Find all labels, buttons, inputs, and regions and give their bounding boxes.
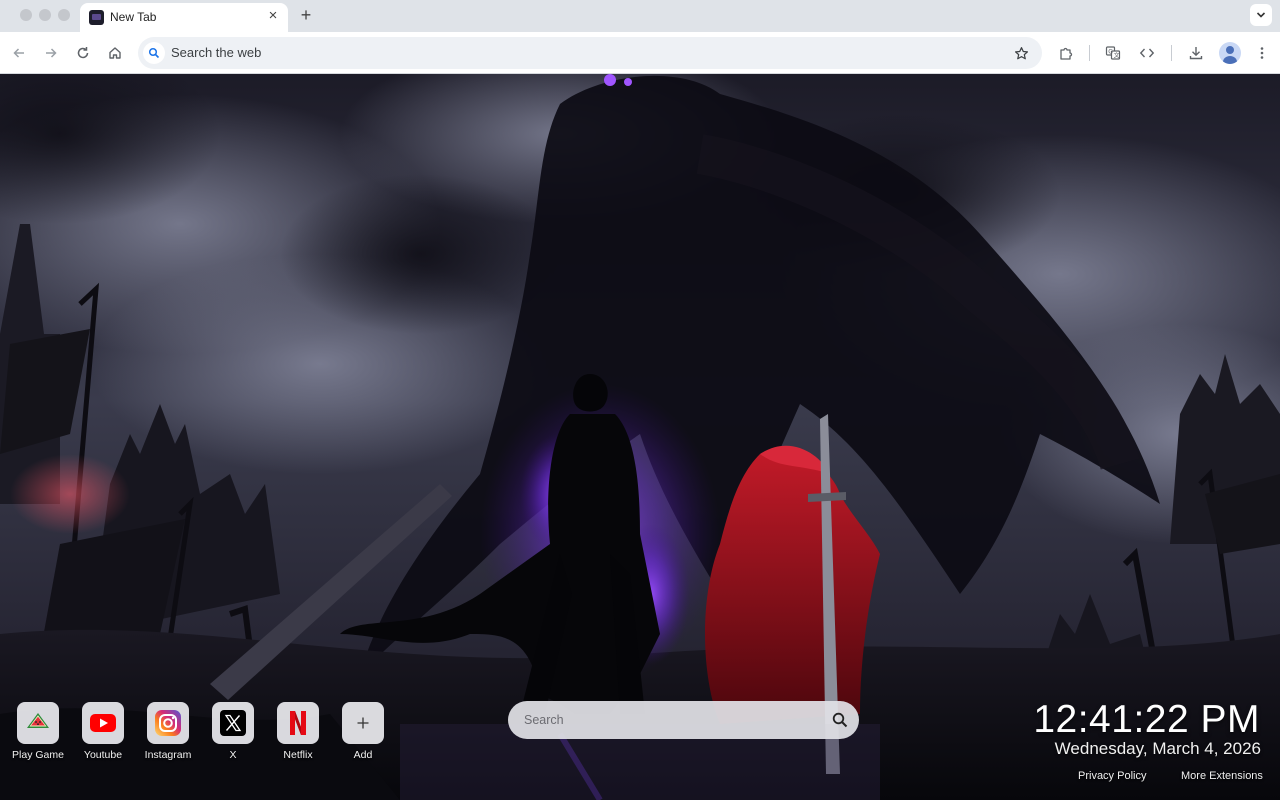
reload-button[interactable] [72, 42, 94, 64]
wallpaper-image [0, 74, 1280, 800]
shortcut-add[interactable]: Add [333, 702, 393, 772]
puzzle-icon [1060, 47, 1073, 60]
bookmark-star-icon[interactable] [1012, 44, 1030, 62]
search-input[interactable]: Search [508, 701, 859, 739]
arrow-right-icon [46, 48, 57, 58]
extensions-button[interactable] [1055, 42, 1077, 64]
tab-new-tab[interactable]: New Tab × [80, 3, 288, 32]
shortcut-label: Add [353, 749, 373, 761]
privacy-policy-link[interactable]: Privacy Policy [1078, 770, 1146, 782]
profile-avatar[interactable] [1219, 42, 1241, 64]
download-icon [1189, 47, 1203, 60]
shortcut-youtube[interactable]: Youtube [73, 702, 133, 772]
clock-time: 12:41:22 PM [1033, 698, 1260, 741]
shortcut-play-game[interactable]: Play Game [8, 702, 68, 772]
toolbar: Search the web G文 [0, 32, 1280, 74]
search-icon[interactable] [831, 711, 849, 729]
new-tab-page: Play Game Youtube Instagram X Netflix Ad… [0, 74, 1280, 800]
kebab-menu-icon [1260, 47, 1264, 59]
home-icon [109, 47, 121, 59]
shortcut-instagram[interactable]: Instagram [138, 702, 198, 772]
window-maximize-control[interactable] [58, 9, 70, 21]
menu-button[interactable] [1251, 42, 1273, 64]
window-minimize-control[interactable] [39, 9, 51, 21]
shortcut-x[interactable]: X [203, 702, 263, 772]
svg-text:G: G [1108, 48, 1113, 55]
chevron-down-icon [1256, 12, 1266, 18]
code-icon [1139, 48, 1155, 58]
youtube-icon [82, 702, 124, 744]
address-bar-text: Search the web [171, 45, 262, 60]
reload-icon [77, 47, 89, 59]
translate-button[interactable]: G文 [1102, 42, 1124, 64]
instagram-icon [147, 702, 189, 744]
back-button[interactable] [8, 42, 30, 64]
tab-search-button[interactable] [1250, 4, 1272, 26]
toolbar-divider [1171, 45, 1172, 61]
netflix-icon [277, 702, 319, 744]
shortcut-netflix[interactable]: Netflix [268, 702, 328, 772]
new-tab-button[interactable]: + [296, 5, 316, 25]
translate-icon: G文 [1105, 46, 1121, 60]
home-button[interactable] [104, 42, 126, 64]
tab-favicon-icon [89, 10, 104, 25]
forward-button[interactable] [40, 42, 62, 64]
clock-date: Wednesday, March 4, 2026 [1054, 739, 1261, 758]
search-icon [143, 42, 165, 64]
more-extensions-link[interactable]: More Extensions [1181, 770, 1263, 782]
plus-icon [342, 702, 384, 744]
devtools-button[interactable] [1136, 42, 1158, 64]
watermelon-icon [17, 702, 59, 744]
search-placeholder: Search [524, 713, 564, 727]
arrow-left-icon [13, 48, 24, 58]
tab-title: New Tab [110, 10, 157, 24]
window-close-control[interactable] [20, 9, 32, 21]
toolbar-divider [1089, 45, 1090, 61]
x-logo-icon [212, 702, 254, 744]
address-bar[interactable]: Search the web [138, 37, 1042, 69]
close-icon[interactable]: × [266, 8, 280, 23]
tab-strip: New Tab × + [0, 0, 1280, 32]
svg-text:文: 文 [1114, 52, 1120, 60]
downloads-button[interactable] [1185, 42, 1207, 64]
